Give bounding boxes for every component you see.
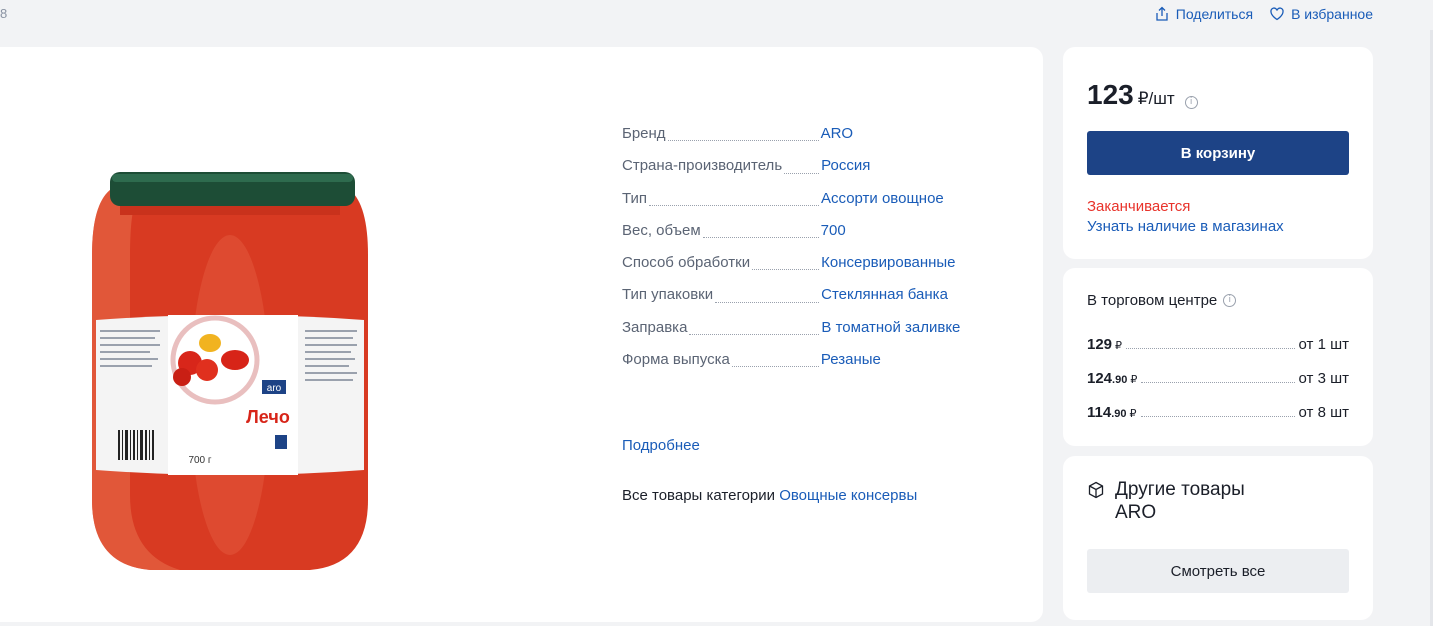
product-properties: Бренд ARO Страна-производитель Россия Тип Асс…	[622, 125, 1022, 383]
tier-row: 129 ₽ от 1 шт	[1087, 336, 1349, 353]
tier-row: 124.90 ₽ от 3 шт	[1087, 370, 1349, 387]
property-key: Форма выпуска	[622, 351, 730, 369]
property-dots	[752, 269, 820, 271]
property-dots	[649, 204, 820, 206]
tier-currency: ₽	[1129, 408, 1137, 420]
property-dots	[702, 237, 819, 239]
jar-weight: 700 г	[188, 455, 211, 466]
property-row: Заправка В томатной заливке	[622, 319, 1022, 351]
brand-card: Другие товары ARO Смотреть все	[1063, 456, 1373, 620]
stock-status: Заканчивается	[1087, 198, 1191, 215]
price: 123 ₽/шт i	[1087, 79, 1198, 111]
tier-price-rub: 124	[1087, 370, 1113, 387]
price-value: 123	[1087, 79, 1134, 110]
property-dots	[689, 334, 820, 336]
price-unit: ₽/шт	[1137, 89, 1175, 108]
property-value[interactable]: В томатной заливке	[821, 319, 960, 336]
price-tiers-card: В торговом центре i 129 ₽ от 1 шт 124.90 ₽ от…	[1063, 268, 1373, 446]
property-row: Форма выпуска Резаные	[622, 351, 1022, 383]
property-value[interactable]: Консервированные	[821, 254, 955, 271]
property-value[interactable]: Резаные	[821, 351, 881, 368]
property-value[interactable]: Россия	[821, 157, 870, 174]
top-bar: 8 Поделиться В избранное	[0, 0, 1433, 30]
property-row: Бренд ARO	[622, 125, 1022, 157]
product-main-card: aro Лечо 700 г Бренд ARO Страна-производит…	[0, 47, 1043, 622]
brand-title-line1: Другие товары	[1115, 479, 1245, 500]
property-key: Бренд	[622, 125, 666, 142]
info-icon[interactable]: i	[1223, 294, 1237, 307]
tier-currency: ₽	[1115, 340, 1123, 352]
info-icon[interactable]: i	[1184, 96, 1198, 109]
property-value[interactable]: ARO	[821, 125, 854, 142]
property-value[interactable]: 700	[821, 222, 846, 239]
property-dots	[784, 172, 820, 174]
brand-title-line2: ARO	[1115, 502, 1157, 523]
more-details-link[interactable]: Подробнее	[622, 437, 700, 454]
tier-price-rub: 114	[1087, 404, 1112, 421]
tier-price-rub: 129	[1087, 336, 1113, 353]
heart-icon	[1270, 7, 1284, 21]
share-button[interactable]: Поделиться	[1154, 6, 1253, 22]
property-row: Тип Ассорти овощное	[622, 190, 1022, 222]
property-row: Страна-производитель Россия	[622, 157, 1022, 189]
property-value[interactable]: Ассорти овощное	[821, 190, 944, 207]
tier-price-kop: .90	[1112, 374, 1128, 386]
tier-price-kop: .90	[1111, 408, 1127, 420]
property-row: Тип упаковки Стеклянная банка	[622, 286, 1022, 318]
property-key: Способ обработки	[622, 254, 751, 272]
tier-price: 124.90 ₽	[1087, 370, 1137, 387]
brand-title: Другие товары ARO	[1087, 478, 1245, 524]
jar-name: Лечо	[246, 407, 290, 427]
tier-dots	[1140, 416, 1295, 417]
tiers-title-text: В торговом центре	[1087, 292, 1218, 309]
tier-price: 114.90 ₽	[1087, 404, 1137, 421]
tier-currency: ₽	[1130, 374, 1138, 386]
property-dots	[731, 366, 819, 368]
share-label: Поделиться	[1175, 6, 1254, 22]
breadcrumb: 8	[0, 6, 8, 21]
share-icon	[1156, 6, 1168, 21]
favorite-button[interactable]: В избранное	[1269, 6, 1373, 22]
property-row: Способ обработки Консервированные	[622, 254, 1022, 286]
tier-row: 114.90 ₽ от 8 шт	[1087, 404, 1349, 421]
tier-quantity: от 1 шт	[1298, 336, 1349, 353]
property-dots	[667, 140, 819, 142]
property-row: Вес, объем 700	[622, 222, 1022, 254]
property-dots	[715, 301, 820, 303]
category-prefix: Все товары категории	[622, 487, 776, 504]
top-actions: Поделиться В избранное	[1154, 6, 1373, 22]
category-link[interactable]: Овощные консервы	[779, 487, 917, 504]
price-card: 123 ₽/шт i В корзину Заканчивается Узнат…	[1063, 47, 1373, 259]
tier-dots	[1141, 382, 1295, 383]
property-key: Вес, объем	[622, 221, 701, 239]
jar-brand: aro	[267, 383, 282, 394]
property-key: Заправка	[622, 318, 688, 336]
box-icon	[1088, 481, 1104, 499]
property-key: Тип упаковки	[622, 286, 714, 304]
add-to-cart-button[interactable]: В корзину	[1087, 131, 1349, 175]
product-image[interactable]: aro Лечо 700 г	[0, 95, 460, 600]
property-value[interactable]: Стеклянная банка	[821, 286, 948, 303]
property-key: Тип	[622, 189, 648, 207]
tier-price: 129 ₽	[1087, 336, 1122, 353]
category-line: Все товары категории Овощные консервы	[622, 487, 917, 504]
tier-quantity: от 8 шт	[1298, 404, 1349, 421]
property-key: Страна-производитель	[622, 157, 783, 175]
see-all-button[interactable]: Смотреть все	[1087, 549, 1349, 593]
favorite-label: В избранное	[1291, 6, 1373, 22]
tiers-title: В торговом центре i	[1087, 292, 1237, 309]
check-stores-link[interactable]: Узнать наличие в магазинах	[1087, 218, 1284, 235]
tier-dots	[1126, 348, 1295, 349]
tier-quantity: от 3 шт	[1298, 370, 1349, 387]
